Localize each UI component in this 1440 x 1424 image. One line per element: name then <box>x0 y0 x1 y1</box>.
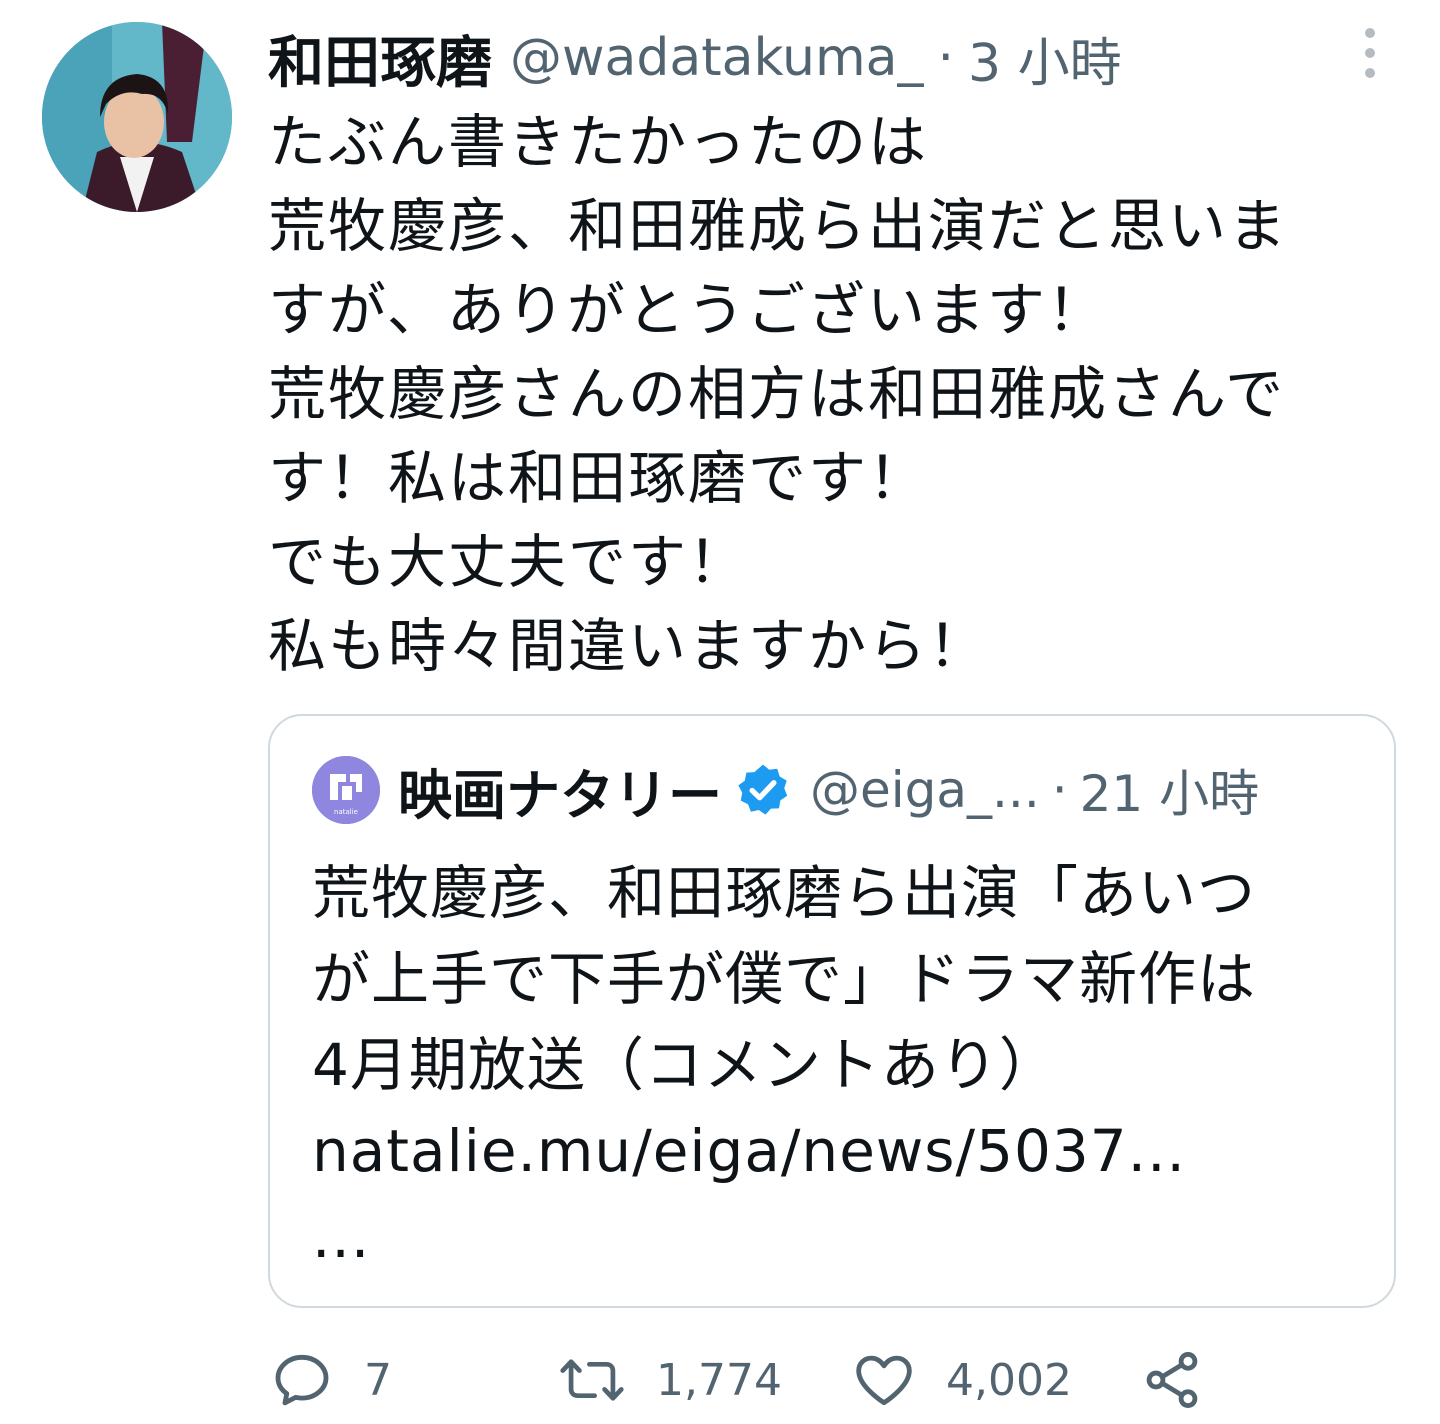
tweet-text: たぶん書きたかったのは 荒牧慶彦、和田雅成ら出演だと思いま すが、ありがとうござ… <box>268 100 1378 688</box>
quoted-tweet-header: 映画ナタリー @eiga_... · 21 小時 <box>398 752 1259 828</box>
quoted-text-line: 荒牧慶彦、和田琢磨ら出演「あいつ <box>312 859 1257 927</box>
more-dot <box>1365 48 1375 58</box>
quoted-text-line: 4月期放送（コメントあり） <box>312 1031 1058 1099</box>
reply-icon <box>275 1354 329 1406</box>
quoted-text-line: が上手で下手が僕で」ドラマ新作は <box>312 945 1257 1013</box>
verified-badge-icon <box>738 764 788 815</box>
quoted-tweet-card[interactable]: natalie 映画ナタリー @eiga_... · 21 小時 荒牧慶彦、和田… <box>268 714 1396 1308</box>
more-dot <box>1365 28 1375 38</box>
author-avatar[interactable] <box>42 22 232 212</box>
retweet-icon <box>560 1359 624 1401</box>
like-button[interactable]: 4,002 <box>852 1340 1072 1420</box>
quoted-text-ellipsis: ... <box>312 1203 371 1271</box>
quoted-display-name[interactable]: 映画ナタリー <box>398 751 722 830</box>
author-avatar-image <box>42 22 232 212</box>
reply-button[interactable]: 7 <box>270 1340 392 1420</box>
tweet-header: 和田琢磨 @wadatakuma_ · 3 小時 <box>268 18 1122 98</box>
retweet-button[interactable]: 1,774 <box>558 1340 782 1420</box>
more-dot <box>1365 68 1375 78</box>
tweet-text-line: す！私は和田琢磨です！ <box>268 444 929 512</box>
author-display-name[interactable]: 和田琢磨 <box>268 18 492 99</box>
tweet-text-line: 荒牧慶彦、和田雅成ら出演だと思いま <box>268 192 1289 260</box>
quoted-timestamp[interactable]: 21 小時 <box>1080 754 1260 826</box>
more-options-icon[interactable] <box>1350 28 1390 78</box>
quoted-author-avatar[interactable]: natalie <box>312 756 380 824</box>
share-icon <box>1146 1352 1198 1408</box>
author-handle[interactable]: @wadatakuma_ <box>510 28 924 88</box>
tweet[interactable]: 和田琢磨 @wadatakuma_ · 3 小時 たぶん書きたかったのは 荒牧慶… <box>0 0 1440 1424</box>
tweet-text-line: たぶん書きたかったのは <box>268 108 929 176</box>
tweet-timestamp[interactable]: 3 小時 <box>968 21 1122 96</box>
reply-count: 7 <box>364 1354 392 1406</box>
retweet-count: 1,774 <box>656 1354 782 1406</box>
tweet-text-line: すが、ありがとうございます！ <box>268 276 1107 344</box>
separator-dot: · <box>1051 761 1068 819</box>
natalie-logo-icon: natalie <box>312 756 380 824</box>
tweet-actions: 7 1,774 4,002 <box>0 1340 1440 1420</box>
quoted-link[interactable]: natalie.mu/eiga/news/5037... <box>312 1108 1372 1194</box>
like-icon <box>856 1355 912 1406</box>
quoted-tweet-text: 荒牧慶彦、和田琢磨ら出演「あいつ が上手で下手が僕で」ドラマ新作は 4月期放送（… <box>312 850 1372 1280</box>
tweet-text-line: でも大丈夫です！ <box>268 528 749 596</box>
tweet-text-line: 荒牧慶彦さんの相方は和田雅成さんで <box>268 360 1286 428</box>
like-count: 4,002 <box>946 1354 1072 1406</box>
share-button[interactable] <box>1140 1340 1204 1420</box>
quoted-handle[interactable]: @eiga_... <box>810 761 1040 819</box>
quoted-avatar-caption: natalie <box>334 808 358 816</box>
separator-dot: · <box>937 28 955 88</box>
tweet-text-line: 私も時々間違いますから！ <box>268 612 989 680</box>
